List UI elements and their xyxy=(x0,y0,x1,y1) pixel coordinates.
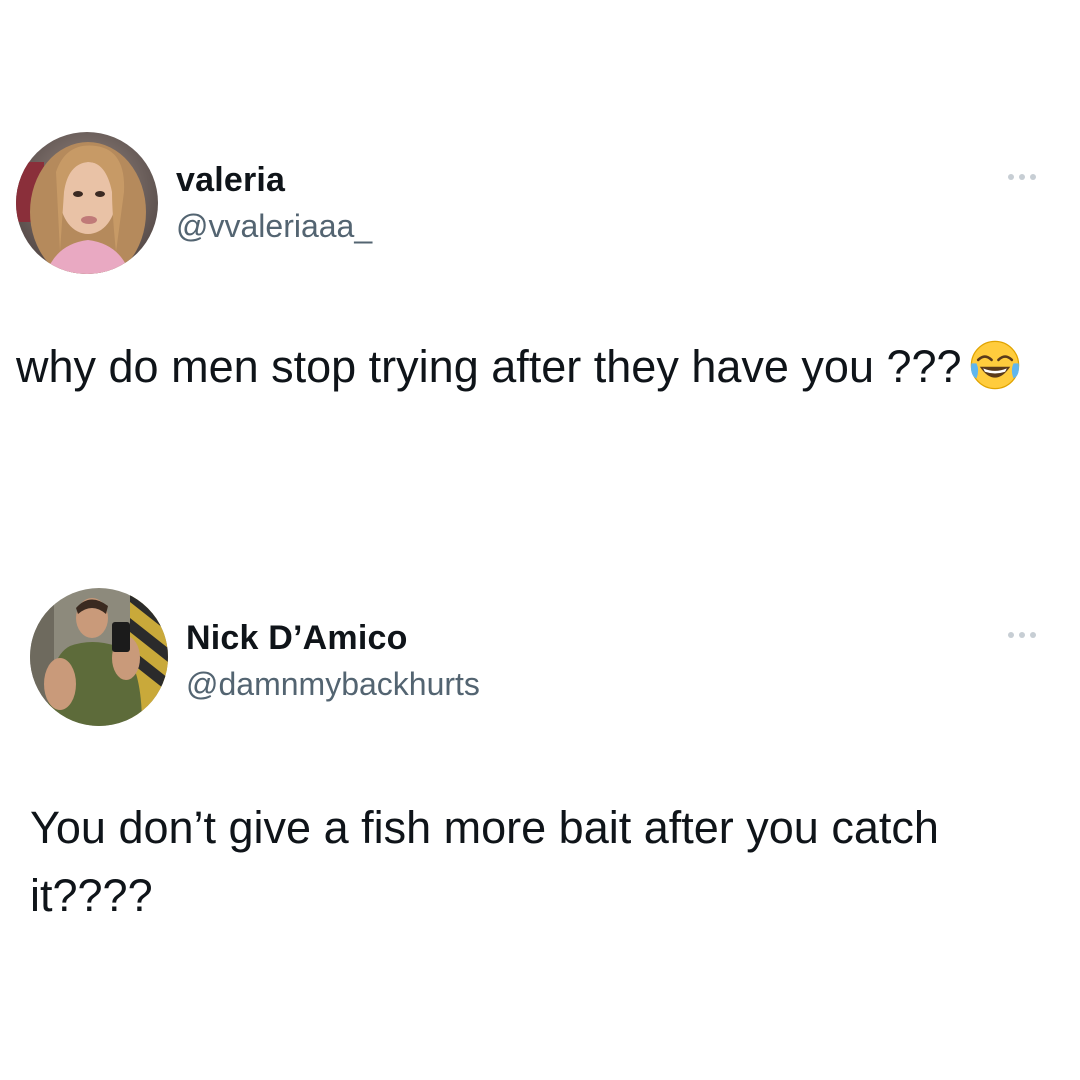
tweet-text: why do men stop trying after they have y… xyxy=(16,333,1026,401)
display-name[interactable]: valeria xyxy=(176,160,372,200)
avatar[interactable] xyxy=(16,132,158,274)
avatar-image xyxy=(30,588,168,726)
more-options-icon[interactable] xyxy=(1008,632,1036,638)
username-handle[interactable]: @damnmybackhurts xyxy=(186,664,480,704)
avatar-image xyxy=(16,132,158,274)
display-name[interactable]: Nick D’Amico xyxy=(186,618,480,658)
avatar[interactable] xyxy=(30,588,168,726)
face-with-tears-of-joy-icon xyxy=(970,340,1019,390)
username-handle[interactable]: @vvaleriaaa_ xyxy=(176,206,372,246)
tweet-text-content: why do men stop trying after they have y… xyxy=(16,341,962,392)
author-info: valeria @vvaleriaaa_ xyxy=(176,160,372,246)
author-info: Nick D’Amico @damnmybackhurts xyxy=(186,618,480,704)
tweet-text: You don’t give a fish more bait after yo… xyxy=(30,802,939,921)
more-options-icon[interactable] xyxy=(1008,174,1036,180)
